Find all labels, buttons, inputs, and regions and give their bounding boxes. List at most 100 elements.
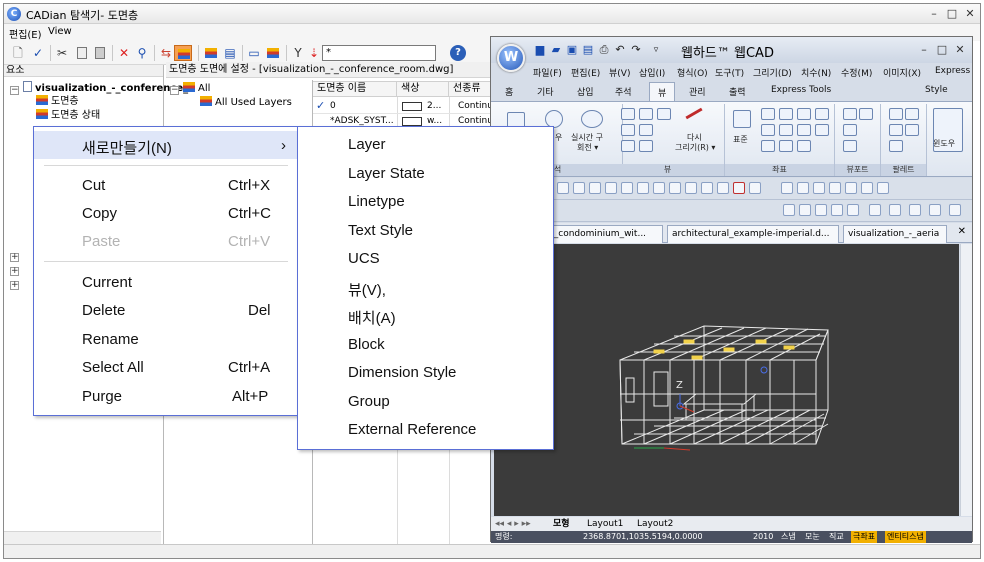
- color-swatch[interactable]: [402, 117, 422, 126]
- horizontal-scrollbar[interactable]: [4, 531, 161, 545]
- snap-tool-icon[interactable]: [557, 182, 569, 194]
- draw-tool-icon[interactable]: [889, 204, 901, 216]
- cad-close-button[interactable]: ✕: [952, 42, 968, 58]
- viewport-tool-icon[interactable]: [859, 108, 873, 120]
- redraw-icon[interactable]: [685, 107, 703, 120]
- view-tool-icon[interactable]: [621, 124, 635, 136]
- viewport-tool-icon[interactable]: [843, 124, 857, 136]
- filter-all[interactable]: − All: [170, 82, 210, 96]
- cad-menu-modify[interactable]: 수정(M): [841, 66, 872, 79]
- draw-tool-icon[interactable]: [949, 204, 961, 216]
- open-file-icon[interactable]: ▰: [549, 43, 563, 57]
- tree-item-layer-state[interactable]: 도면층 상태: [36, 109, 100, 123]
- ribbon-tab-view[interactable]: 뷰: [649, 82, 676, 101]
- close-doc-icon[interactable]: ✕: [958, 226, 966, 237]
- submenu-item-view[interactable]: 뷰(V),: [298, 273, 553, 301]
- delete-icon[interactable]: ✕: [116, 45, 132, 61]
- snap-tool-icon[interactable]: [653, 182, 665, 194]
- ribbon-tab-annotate[interactable]: 주석: [615, 85, 632, 98]
- viewport-tool-icon[interactable]: [843, 108, 857, 120]
- ucs-toolbar-icon[interactable]: [813, 182, 825, 194]
- cad-menu-format[interactable]: 형식(O): [677, 66, 708, 79]
- ucs-tool-icon[interactable]: [797, 124, 811, 136]
- palette-tool-icon[interactable]: [905, 108, 919, 120]
- status-polar[interactable]: 극좌표: [851, 531, 878, 543]
- menu-item-delete[interactable]: Delete Del: [34, 296, 298, 324]
- style-dropdown[interactable]: Style: [925, 85, 948, 95]
- submenu-item-layer[interactable]: Layer: [298, 130, 553, 158]
- palette-tool-icon[interactable]: [889, 124, 903, 136]
- expand-icon[interactable]: +: [10, 281, 19, 290]
- save-as-icon[interactable]: ▤: [581, 43, 595, 57]
- status-grid[interactable]: 모눈: [805, 531, 820, 543]
- layout-tab-layout2[interactable]: Layout2: [637, 517, 673, 531]
- menu-item-select-all[interactable]: Select All Ctrl+A: [34, 353, 298, 381]
- orbit-icon[interactable]: [581, 110, 603, 128]
- cad-minimize-button[interactable]: –: [916, 42, 932, 58]
- filter-all-used-layers[interactable]: All Used Layers: [200, 96, 292, 110]
- expand-icon[interactable]: +: [10, 253, 19, 262]
- save-icon[interactable]: ▣: [565, 43, 579, 57]
- submenu-item-dimension-style[interactable]: Dimension Style: [298, 358, 553, 386]
- submenu-item-block[interactable]: Block: [298, 330, 553, 358]
- menu-item-purge[interactable]: Purge Alt+P: [34, 382, 298, 410]
- menu-item-rename[interactable]: Rename: [34, 325, 298, 353]
- status-snap[interactable]: 스냅: [781, 531, 796, 543]
- ucs-toolbar-icon[interactable]: [877, 182, 889, 194]
- menu-item-copy[interactable]: Copy Ctrl+C: [34, 199, 298, 227]
- submenu-item-layer-state[interactable]: Layer State: [298, 159, 553, 187]
- status-version[interactable]: 2010: [753, 531, 773, 543]
- draw-tool-icon[interactable]: [929, 204, 941, 216]
- menu-edit[interactable]: 편집(E): [9, 26, 42, 41]
- palette-tool-icon[interactable]: [889, 140, 903, 152]
- column-linetype[interactable]: 선종류: [449, 81, 494, 97]
- submenu-item-external-reference[interactable]: External Reference: [298, 415, 553, 443]
- ucs-toolbar-icon[interactable]: [797, 182, 809, 194]
- draw-tool-icon[interactable]: [799, 204, 811, 216]
- draw-tool-icon[interactable]: [909, 204, 921, 216]
- collapse-icon[interactable]: −: [10, 86, 19, 95]
- menu-item-new[interactable]: 새로만들기(N) ›: [34, 131, 298, 159]
- palette-tool-icon[interactable]: [889, 108, 903, 120]
- ucs-tool-icon[interactable]: [797, 108, 811, 120]
- snap-tool-icon[interactable]: [701, 182, 713, 194]
- submenu-item-linetype[interactable]: Linetype: [298, 187, 553, 215]
- paste-icon[interactable]: [92, 45, 108, 61]
- tree-item-layers[interactable]: 도면층: [36, 95, 79, 109]
- draw-tool-icon[interactable]: [869, 204, 881, 216]
- layer-properties-icon[interactable]: [204, 45, 220, 61]
- layout-tab-model[interactable]: 모형: [553, 517, 570, 531]
- layer-name-cell[interactable]: 0: [330, 99, 396, 113]
- find-icon[interactable]: ⚲: [134, 45, 150, 61]
- view-tool-icon[interactable]: [621, 140, 635, 152]
- swap-icon[interactable]: ⇆: [158, 45, 174, 61]
- layer-state-icon[interactable]: ▤: [222, 45, 238, 61]
- ribbon-tab-misc[interactable]: 기타: [537, 85, 554, 98]
- status-osnap[interactable]: 엔티티스냅: [885, 531, 926, 543]
- cursor-tool-icon[interactable]: [733, 182, 745, 194]
- menu-item-paste[interactable]: Paste Ctrl+V: [34, 227, 298, 255]
- copy-icon[interactable]: [74, 45, 90, 61]
- ribbon-tab-home[interactable]: 홈: [505, 85, 513, 98]
- ucs-toolbar-icon[interactable]: [829, 182, 841, 194]
- viewport-tool-icon[interactable]: [843, 140, 857, 152]
- minimize-button[interactable]: –: [926, 6, 942, 22]
- cad-maximize-button[interactable]: □: [934, 42, 950, 58]
- view-tool-icon[interactable]: [639, 108, 653, 120]
- cad-menu-edit[interactable]: 편집(E): [571, 66, 600, 79]
- view-tool-icon[interactable]: [621, 108, 635, 120]
- new-file-icon[interactable]: ▆: [533, 43, 547, 57]
- pin-icon[interactable]: ⇣: [306, 45, 322, 61]
- ucs-tool-icon[interactable]: [779, 140, 793, 152]
- viewport-vertical-scrollbar[interactable]: [960, 244, 972, 516]
- cad-menu-express[interactable]: Express: [935, 66, 970, 76]
- layer-color-cell[interactable]: 2...: [427, 99, 447, 113]
- ucs-tool-icon[interactable]: [815, 124, 829, 136]
- column-layer-name[interactable]: 도면층 이름: [313, 81, 397, 97]
- menu-item-current[interactable]: Current: [34, 268, 298, 296]
- submenu-item-layout[interactable]: 배치(A): [298, 301, 553, 329]
- view-tool-icon[interactable]: [639, 140, 653, 152]
- snap-tool-icon[interactable]: [621, 182, 633, 194]
- close-button[interactable]: ✕: [962, 6, 978, 22]
- layer-linetype-cell[interactable]: Continu: [458, 99, 494, 113]
